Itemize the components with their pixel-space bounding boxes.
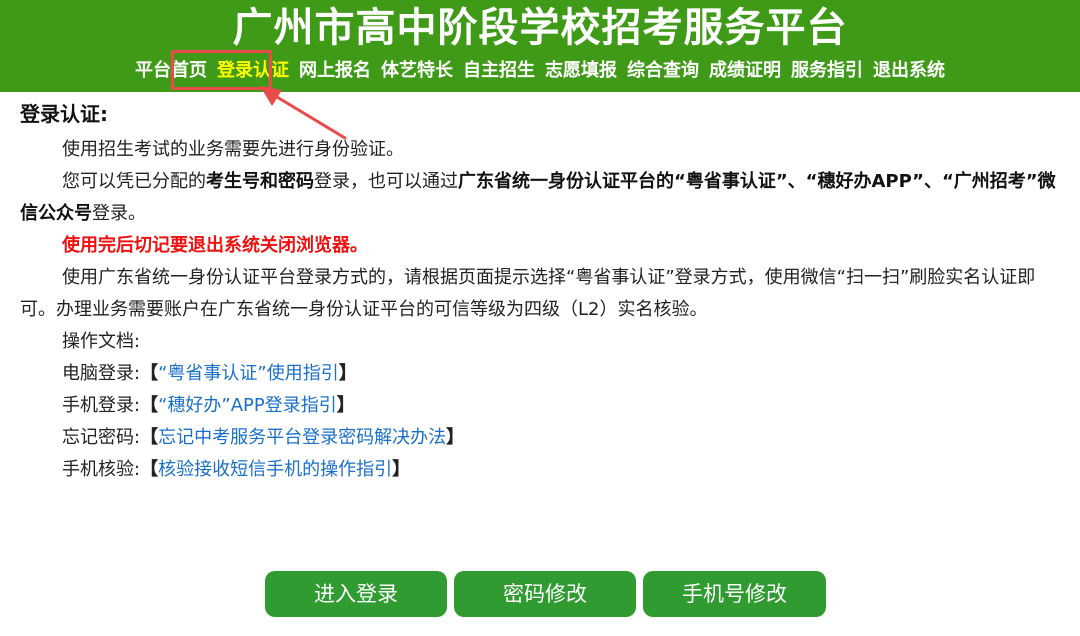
main-content: 登录认证: 使用招生考试的业务需要先进行身份验证。 您可以凭已分配的考生号和密码…: [20, 100, 1060, 486]
nav-item-general-query[interactable]: 综合查询: [622, 58, 704, 84]
nav-item-independent-enrollment[interactable]: 自主招生: [458, 58, 540, 84]
nav-item-logout[interactable]: 退出系统: [868, 58, 950, 84]
change-password-button[interactable]: 密码修改: [454, 571, 636, 617]
doc-item-phone-verify: 手机核验:【核验接收短信手机的操作指引】: [62, 459, 411, 480]
change-phone-button[interactable]: 手机号修改: [643, 571, 826, 617]
candidate-number-password: 考生号和密码: [206, 171, 314, 192]
login-button[interactable]: 进入登录: [265, 571, 447, 617]
login-methods-text: 您可以凭已分配的考生号和密码登录，也可以通过广东省统一身份认证平台的“粤省事认证…: [20, 171, 1056, 224]
doc-item-forgot-password: 忘记密码:【忘记中考服务平台登录密码解决办法】: [62, 427, 465, 448]
doc-link-mobile-login[interactable]: “穗好办”APP登录指引: [158, 395, 337, 416]
site-title: 广州市高中阶段学校招考服务平台: [232, 5, 848, 51]
unified-auth-instructions: 使用广东省统一身份认证平台登录方式的，请根据页面提示选择“粤省事认证”登录方式，…: [20, 267, 1036, 320]
section-title: 登录认证:: [20, 102, 108, 126]
doc-item-mobile-login: 手机登录:【“穗好办”APP登录指引】: [62, 395, 355, 416]
nav-item-sports-arts[interactable]: 体艺特长: [376, 58, 458, 84]
intro-text: 使用招生考试的业务需要先进行身份验证。: [62, 139, 404, 160]
nav-item-score-certificate[interactable]: 成绩证明: [704, 58, 786, 84]
main-nav: 平台首页 登录认证 网上报名 体艺特长 自主招生 志愿填报 综合查询 成绩证明 服务指引 退出系统: [0, 58, 1080, 84]
logout-warning: 使用完后切记要退出系统关闭浏览器。: [62, 235, 368, 256]
doc-link-phone-verify[interactable]: 核验接收短信手机的操作指引: [158, 459, 392, 480]
docs-label: 操作文档:: [62, 331, 141, 352]
nav-item-service-guide[interactable]: 服务指引: [786, 58, 868, 84]
doc-link-pc-login[interactable]: “粤省事认证”使用指引: [158, 363, 339, 384]
header-bar: 广州市高中阶段学校招考服务平台 平台首页 登录认证 网上报名 体艺特长 自主招生 志愿填报…: [0, 0, 1080, 92]
doc-link-forgot-password[interactable]: 忘记中考服务平台登录密码解决办法: [158, 427, 446, 448]
nav-item-application-filling[interactable]: 志愿填报: [540, 58, 622, 84]
doc-item-pc-login: 电脑登录:【“粤省事认证”使用指引】: [62, 363, 357, 384]
